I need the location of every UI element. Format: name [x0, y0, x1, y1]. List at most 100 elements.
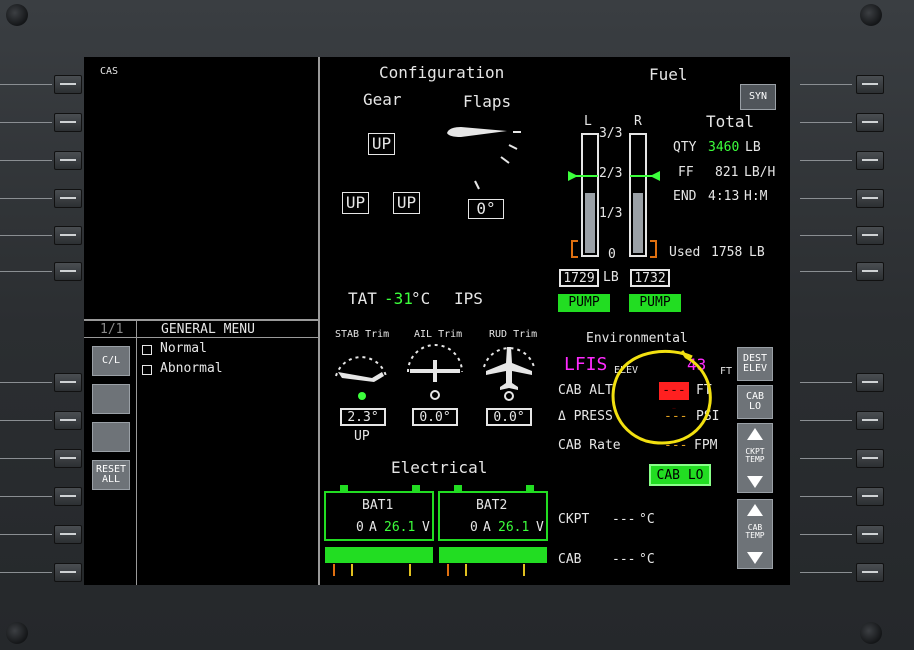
dpress-label: Δ PRESS: [558, 409, 613, 424]
bezel-guide-line: [800, 572, 852, 573]
screw-icon: [6, 622, 28, 644]
bezel-soft-key[interactable]: [856, 487, 884, 506]
arrow-up-icon[interactable]: [747, 428, 763, 440]
arrow-down-icon[interactable]: [747, 552, 763, 564]
bezel-guide-line: [0, 496, 52, 497]
bezel-guide-line: [0, 160, 52, 161]
cab-alt-label: CAB ALT: [558, 383, 613, 398]
bezel-soft-key[interactable]: [54, 525, 82, 544]
bezel-soft-key[interactable]: [54, 226, 82, 245]
bezel-guide-line: [800, 420, 852, 421]
dest-elev-button[interactable]: DEST ELEV: [737, 347, 773, 381]
bezel-soft-key[interactable]: [856, 411, 884, 430]
cl-button[interactable]: C/L: [92, 346, 130, 376]
bezel-guide-line: [0, 534, 52, 535]
menu-item-abnormal[interactable]: Abnormal: [160, 362, 223, 375]
fuel-qty-label: QTY: [673, 140, 697, 155]
environmental-title: Environmental: [586, 331, 688, 346]
bezel-soft-key[interactable]: [54, 151, 82, 170]
divider: [136, 321, 137, 585]
gear-nose-indicator: UP: [368, 133, 395, 155]
bezel-guide-line: [800, 271, 852, 272]
ckpt-label: CKPT: [558, 512, 590, 527]
menu-item-normal[interactable]: Normal: [160, 342, 207, 355]
gear-left-indicator: UP: [342, 192, 369, 214]
reset-all-button[interactable]: RESET ALL: [92, 460, 130, 490]
cab-temp-label: CAB: [558, 552, 582, 567]
bezel-guide-line: [800, 235, 852, 236]
bezel-guide-line: [0, 458, 52, 459]
bezel-guide-line: [0, 198, 52, 199]
pump-right-button[interactable]: PUMP: [629, 294, 681, 312]
ips-label: IPS: [454, 289, 483, 308]
bat1-amp-unit: A: [369, 520, 377, 535]
bezel-soft-key[interactable]: [856, 113, 884, 132]
battery-terminal-icon: [526, 485, 534, 491]
checkbox-icon[interactable]: [142, 365, 152, 375]
bus-ticks-icon: [333, 564, 525, 576]
bezel-guide-line: [0, 382, 52, 383]
fuel-end-value: 4:13: [708, 189, 740, 204]
bat2-volt-unit: V: [536, 520, 544, 535]
tat-unit: °C: [411, 289, 431, 308]
annotation-circle-icon: [611, 350, 712, 445]
cab-temp-value: ---: [612, 552, 636, 567]
bezel-soft-key[interactable]: [54, 262, 82, 281]
fuel-qty-value: 3460: [708, 140, 740, 155]
fuel-qty-unit: LB: [745, 140, 761, 155]
bezel-soft-key[interactable]: [54, 113, 82, 132]
bezel-guide-line: [0, 84, 52, 85]
bezel-soft-key[interactable]: [54, 487, 82, 506]
bezel-soft-key[interactable]: [54, 373, 82, 392]
fuel-end-label: END: [673, 189, 697, 204]
stab-trim-value: 2.3°: [340, 408, 386, 426]
blank-menu-button[interactable]: [92, 422, 130, 452]
bezel-soft-key[interactable]: [856, 563, 884, 582]
fuel-used-unit: LB: [749, 245, 765, 260]
ckpt-temp-control[interactable]: CKPT TEMP: [737, 423, 773, 493]
ail-trim-value: 0.0°: [412, 408, 458, 426]
fuel-used-label: Used: [669, 245, 701, 260]
checkbox-icon[interactable]: [142, 345, 152, 355]
bezel-soft-key[interactable]: [54, 189, 82, 208]
bezel-guide-line: [800, 198, 852, 199]
arrow-down-icon[interactable]: [747, 476, 763, 488]
fuel-left-unit: LB: [603, 270, 619, 285]
bezel-soft-key[interactable]: [54, 411, 82, 430]
bezel-soft-key[interactable]: [856, 75, 884, 94]
bezel-guide-line: [800, 160, 852, 161]
arrow-up-icon[interactable]: [747, 504, 763, 516]
bezel-soft-key[interactable]: [856, 449, 884, 468]
bezel-soft-key[interactable]: [856, 373, 884, 392]
bus-bar-right: [439, 547, 547, 563]
screw-icon: [860, 622, 882, 644]
fuel-ff-unit: LB/H: [744, 165, 776, 180]
ail-trim-label: AIL Trim: [414, 329, 463, 340]
pump-left-button[interactable]: PUMP: [558, 294, 610, 312]
fuel-left-qty: 1729: [559, 269, 599, 287]
cab-lo-button[interactable]: CAB LO: [737, 385, 773, 419]
divider: [318, 57, 320, 585]
bezel-guide-line: [0, 572, 52, 573]
mfd-screen: CAS 1/1 GENERAL MENU Normal Abnormal C/L…: [84, 57, 790, 585]
bezel-soft-key[interactable]: [856, 525, 884, 544]
bat2-name: BAT2: [476, 498, 508, 513]
syn-button[interactable]: SYN: [740, 84, 776, 110]
bezel-soft-key[interactable]: [54, 449, 82, 468]
bezel-soft-key[interactable]: [856, 151, 884, 170]
bezel-soft-key[interactable]: [54, 563, 82, 582]
fuel-right-label: R: [634, 114, 642, 129]
bezel-soft-key[interactable]: [856, 262, 884, 281]
bezel-soft-key[interactable]: [856, 226, 884, 245]
fuel-total-label: Total: [706, 112, 755, 131]
bezel-soft-key[interactable]: [54, 75, 82, 94]
general-menu-title: GENERAL MENU: [161, 322, 255, 337]
ckpt-value: ---: [612, 512, 636, 527]
gear-label: Gear: [363, 90, 402, 109]
bus-bar-left: [325, 547, 433, 563]
cab-temp-control[interactable]: CAB TEMP: [737, 499, 773, 569]
bat2-amp-unit: A: [483, 520, 491, 535]
blank-menu-button[interactable]: [92, 384, 130, 414]
tat-value: -31: [384, 289, 413, 308]
bezel-soft-key[interactable]: [856, 189, 884, 208]
